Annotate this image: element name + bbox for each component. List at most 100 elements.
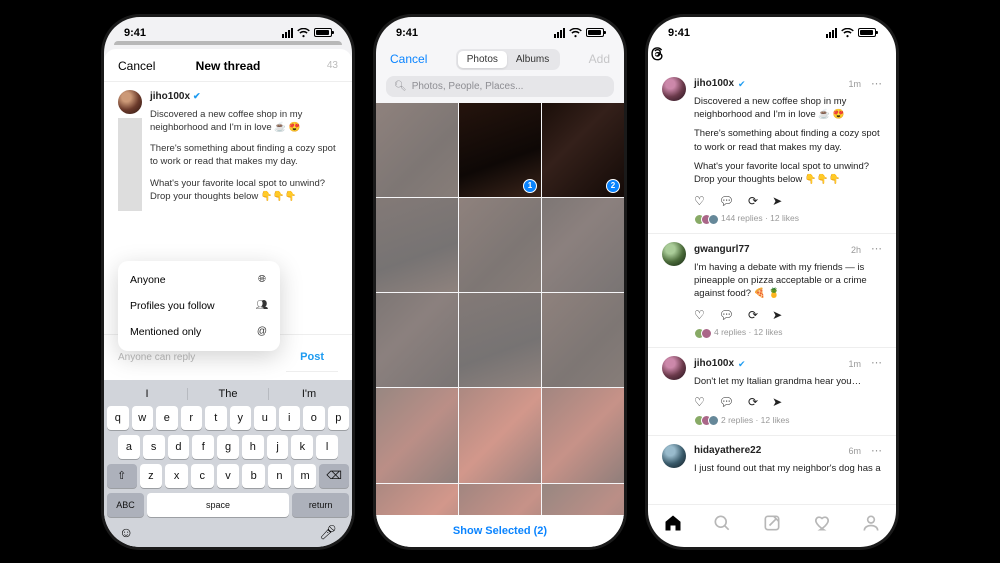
post-username[interactable]: gwangurl77 (694, 243, 750, 257)
photo-cell[interactable] (459, 388, 541, 482)
photo-cell[interactable] (459, 293, 541, 387)
suggestion[interactable]: I (107, 388, 187, 400)
post-username[interactable]: jiho100x (694, 77, 734, 91)
cancel-button[interactable]: Cancel (390, 52, 427, 66)
photo-cell[interactable] (376, 103, 458, 197)
key-w[interactable]: w (132, 406, 154, 430)
post-stats[interactable]: 4 replies · 12 likes (694, 327, 882, 339)
mic-key[interactable]: 🎤︎ (319, 524, 337, 541)
key-g[interactable]: g (217, 435, 239, 459)
key-t[interactable]: t (205, 406, 227, 430)
add-button[interactable]: Add (589, 52, 610, 66)
key-c[interactable]: c (191, 464, 214, 488)
compose-text[interactable]: Discovered a new coffee shop in my neigh… (150, 108, 338, 135)
audience-anyone[interactable]: Anyone🌐︎ (118, 267, 280, 293)
avatar[interactable] (662, 77, 686, 101)
avatar[interactable] (118, 90, 142, 114)
photo-cell[interactable] (376, 198, 458, 292)
photo-cell[interactable] (376, 293, 458, 387)
key-y[interactable]: y (230, 406, 252, 430)
key-k[interactable]: k (291, 435, 313, 459)
post-menu-icon[interactable]: ⋯ (865, 356, 882, 371)
key-i[interactable]: i (279, 406, 301, 430)
space-key[interactable]: space (147, 493, 289, 517)
repost-icon[interactable]: ⟳ (748, 193, 758, 210)
shift-key[interactable]: ⇧ (107, 464, 137, 488)
share-icon[interactable]: ➤ (772, 307, 782, 324)
key-z[interactable]: z (140, 464, 163, 488)
photo-cell[interactable]: 1 (459, 103, 541, 197)
key-e[interactable]: e (156, 406, 178, 430)
segmented-control[interactable]: Photos Albums (456, 49, 561, 70)
key-v[interactable]: v (217, 464, 240, 488)
key-b[interactable]: b (242, 464, 265, 488)
avatar[interactable] (662, 356, 686, 380)
home-tab-icon[interactable] (663, 513, 683, 533)
like-icon[interactable]: ♡ (694, 307, 705, 324)
post-button[interactable]: Post (286, 343, 338, 372)
photo-cell[interactable] (542, 198, 624, 292)
photo-cell[interactable] (459, 484, 541, 515)
emoji-key[interactable]: ☺ (119, 524, 133, 541)
key-q[interactable]: q (107, 406, 129, 430)
search-tab-icon[interactable] (712, 513, 732, 533)
username[interactable]: jiho100x✔ (150, 90, 338, 104)
photo-cell[interactable] (542, 388, 624, 482)
compose-body[interactable]: jiho100x✔ Discovered a new coffee shop i… (150, 90, 338, 212)
key-n[interactable]: n (268, 464, 291, 488)
photo-cell[interactable] (376, 484, 458, 515)
reply-icon[interactable]: 💬︎ (719, 307, 734, 324)
repost-icon[interactable]: ⟳ (748, 307, 758, 324)
photo-cell[interactable] (376, 388, 458, 482)
reply-icon[interactable]: 💬︎ (719, 394, 734, 411)
post-stats[interactable]: 144 replies · 12 likes (694, 213, 882, 225)
key-d[interactable]: d (168, 435, 190, 459)
key-u[interactable]: u (254, 406, 276, 430)
key-o[interactable]: o (303, 406, 325, 430)
key-p[interactable]: p (328, 406, 350, 430)
compose-text[interactable]: What's your favorite local spot to unwin… (150, 177, 338, 204)
repost-icon[interactable]: ⟳ (748, 394, 758, 411)
compose-tab-icon[interactable] (762, 513, 782, 533)
key-h[interactable]: h (242, 435, 264, 459)
search-field[interactable]: 🔍︎ Photos, People, Places... (386, 76, 614, 97)
post-username[interactable]: hidayathere22 (694, 444, 761, 458)
photo-cell[interactable] (542, 484, 624, 515)
audience-mentioned[interactable]: Mentioned only@ (118, 319, 280, 345)
photo-cell[interactable] (459, 198, 541, 292)
reply-icon[interactable]: 💬︎ (719, 193, 734, 210)
suggestion[interactable]: I'm (268, 388, 349, 400)
suggestion[interactable]: The (187, 388, 268, 400)
feed[interactable]: jiho100x ✔ 1m ⋯ Discovered a new coffee … (648, 69, 896, 504)
post-stats[interactable]: 2 replies · 12 likes (694, 415, 882, 427)
key-a[interactable]: a (118, 435, 140, 459)
segment-albums[interactable]: Albums (507, 51, 558, 68)
photo-cell[interactable] (542, 293, 624, 387)
show-selected-button[interactable]: Show Selected (2) (376, 515, 624, 547)
share-icon[interactable]: ➤ (772, 394, 782, 411)
return-key[interactable]: return (292, 493, 349, 517)
segment-photos[interactable]: Photos (458, 51, 507, 68)
backspace-key[interactable]: ⌫ (319, 464, 349, 488)
key-s[interactable]: s (143, 435, 165, 459)
reply-hint[interactable]: Anyone can reply (118, 352, 195, 363)
app-logo[interactable] (648, 41, 896, 69)
avatar[interactable] (662, 444, 686, 468)
photo-cell[interactable]: 2 (542, 103, 624, 197)
compose-text[interactable]: There's something about finding a cozy s… (150, 142, 338, 169)
like-icon[interactable]: ♡ (694, 394, 705, 411)
key-r[interactable]: r (181, 406, 203, 430)
key-j[interactable]: j (267, 435, 289, 459)
share-icon[interactable]: ➤ (772, 193, 782, 210)
post-menu-icon[interactable]: ⋯ (865, 242, 882, 257)
activity-tab-icon[interactable] (812, 513, 832, 533)
post-menu-icon[interactable]: ⋯ (865, 444, 882, 459)
cancel-button[interactable]: Cancel (118, 59, 155, 73)
avatar[interactable] (662, 242, 686, 266)
like-icon[interactable]: ♡ (694, 193, 705, 210)
key-l[interactable]: l (316, 435, 338, 459)
key-m[interactable]: m (294, 464, 317, 488)
key-f[interactable]: f (192, 435, 214, 459)
abc-key[interactable]: ABC (107, 493, 144, 517)
key-x[interactable]: x (165, 464, 188, 488)
